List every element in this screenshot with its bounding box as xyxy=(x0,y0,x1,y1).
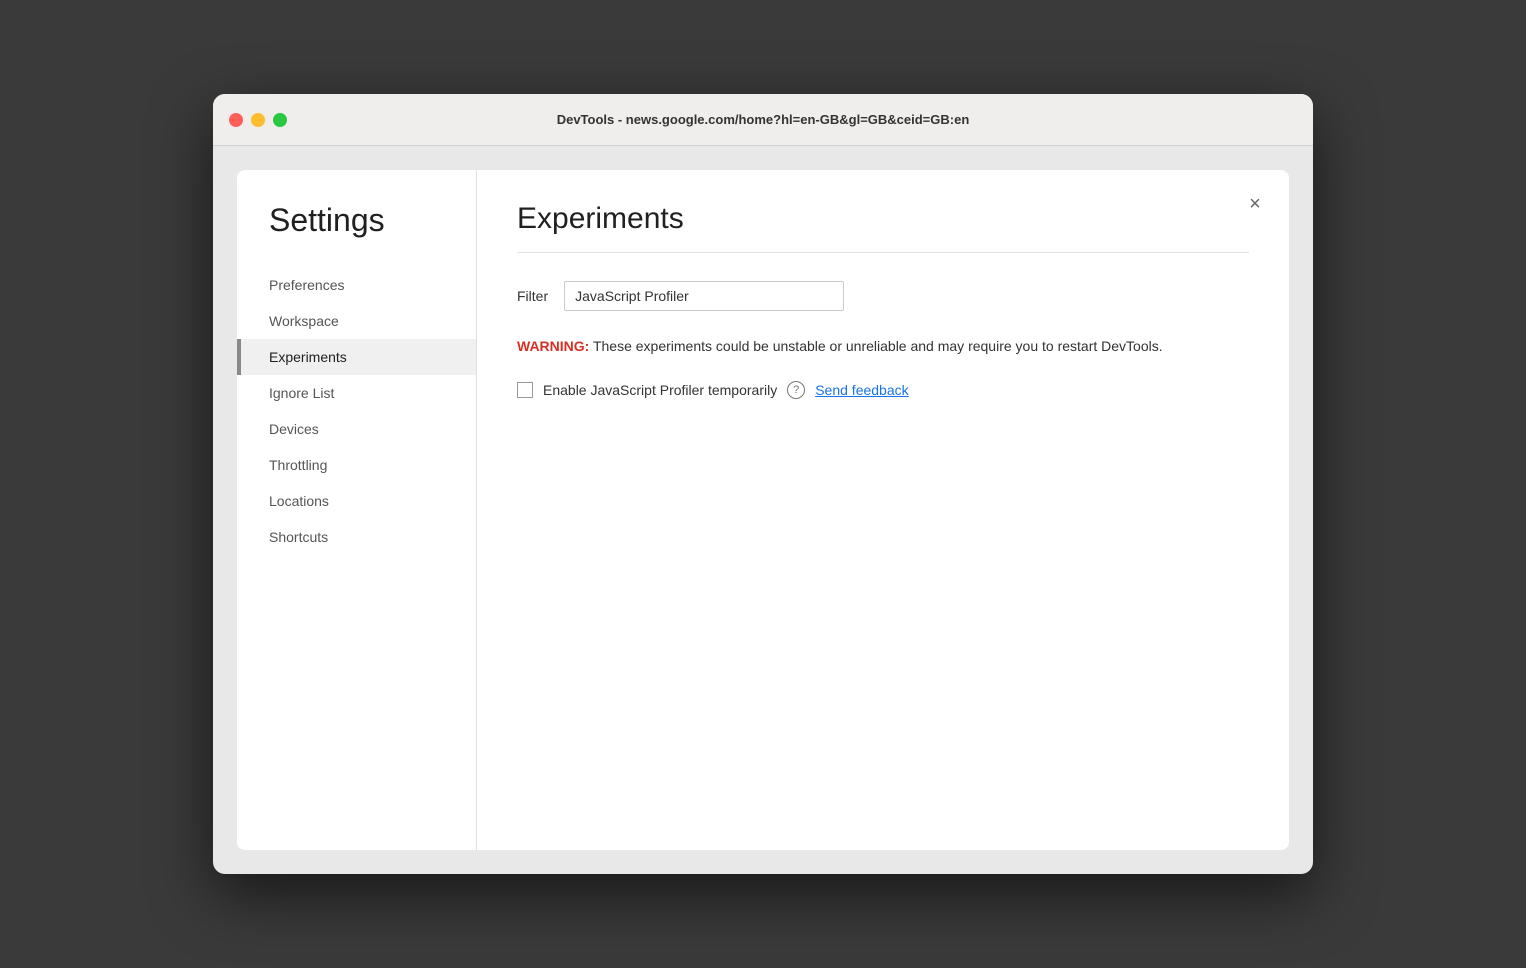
warning-text: WARNING: These experiments could be unst… xyxy=(517,335,1249,357)
filter-row: Filter xyxy=(517,281,1249,311)
filter-input[interactable] xyxy=(564,281,844,311)
experiment-item-js-profiler: Enable JavaScript Profiler temporarily ?… xyxy=(517,381,1249,399)
title-divider xyxy=(517,252,1249,253)
close-dialog-button[interactable]: × xyxy=(1241,190,1269,218)
warning-box: WARNING: These experiments could be unst… xyxy=(517,335,1249,357)
main-content: × Experiments Filter WARNING: These expe… xyxy=(477,170,1289,850)
sidebar-item-shortcuts[interactable]: Shortcuts xyxy=(237,519,476,555)
minimize-window-button[interactable] xyxy=(251,113,265,127)
title-bar: DevTools - news.google.com/home?hl=en-GB… xyxy=(213,94,1313,146)
settings-heading: Settings xyxy=(237,202,476,267)
browser-window: DevTools - news.google.com/home?hl=en-GB… xyxy=(213,94,1313,874)
close-window-button[interactable] xyxy=(229,113,243,127)
settings-sidebar: Settings Preferences Workspace Experimen… xyxy=(237,170,477,850)
send-feedback-link[interactable]: Send feedback xyxy=(815,382,908,398)
experiment-checkbox-js-profiler[interactable] xyxy=(517,382,533,398)
warning-label: WARNING: xyxy=(517,338,589,354)
experiment-label-js-profiler: Enable JavaScript Profiler temporarily xyxy=(543,382,777,398)
sidebar-item-workspace[interactable]: Workspace xyxy=(237,303,476,339)
filter-label: Filter xyxy=(517,288,548,304)
sidebar-item-ignore-list[interactable]: Ignore List xyxy=(237,375,476,411)
maximize-window-button[interactable] xyxy=(273,113,287,127)
sidebar-item-locations[interactable]: Locations xyxy=(237,483,476,519)
window-title: DevTools - news.google.com/home?hl=en-GB… xyxy=(557,112,970,127)
sidebar-item-devices[interactable]: Devices xyxy=(237,411,476,447)
traffic-lights xyxy=(229,113,287,127)
help-icon[interactable]: ? xyxy=(787,381,805,399)
warning-body: These experiments could be unstable or u… xyxy=(589,338,1162,354)
sidebar-item-experiments[interactable]: Experiments xyxy=(237,339,476,375)
page-title: Experiments xyxy=(517,202,1249,236)
settings-dialog: Settings Preferences Workspace Experimen… xyxy=(237,170,1289,850)
sidebar-item-preferences[interactable]: Preferences xyxy=(237,267,476,303)
sidebar-item-throttling[interactable]: Throttling xyxy=(237,447,476,483)
